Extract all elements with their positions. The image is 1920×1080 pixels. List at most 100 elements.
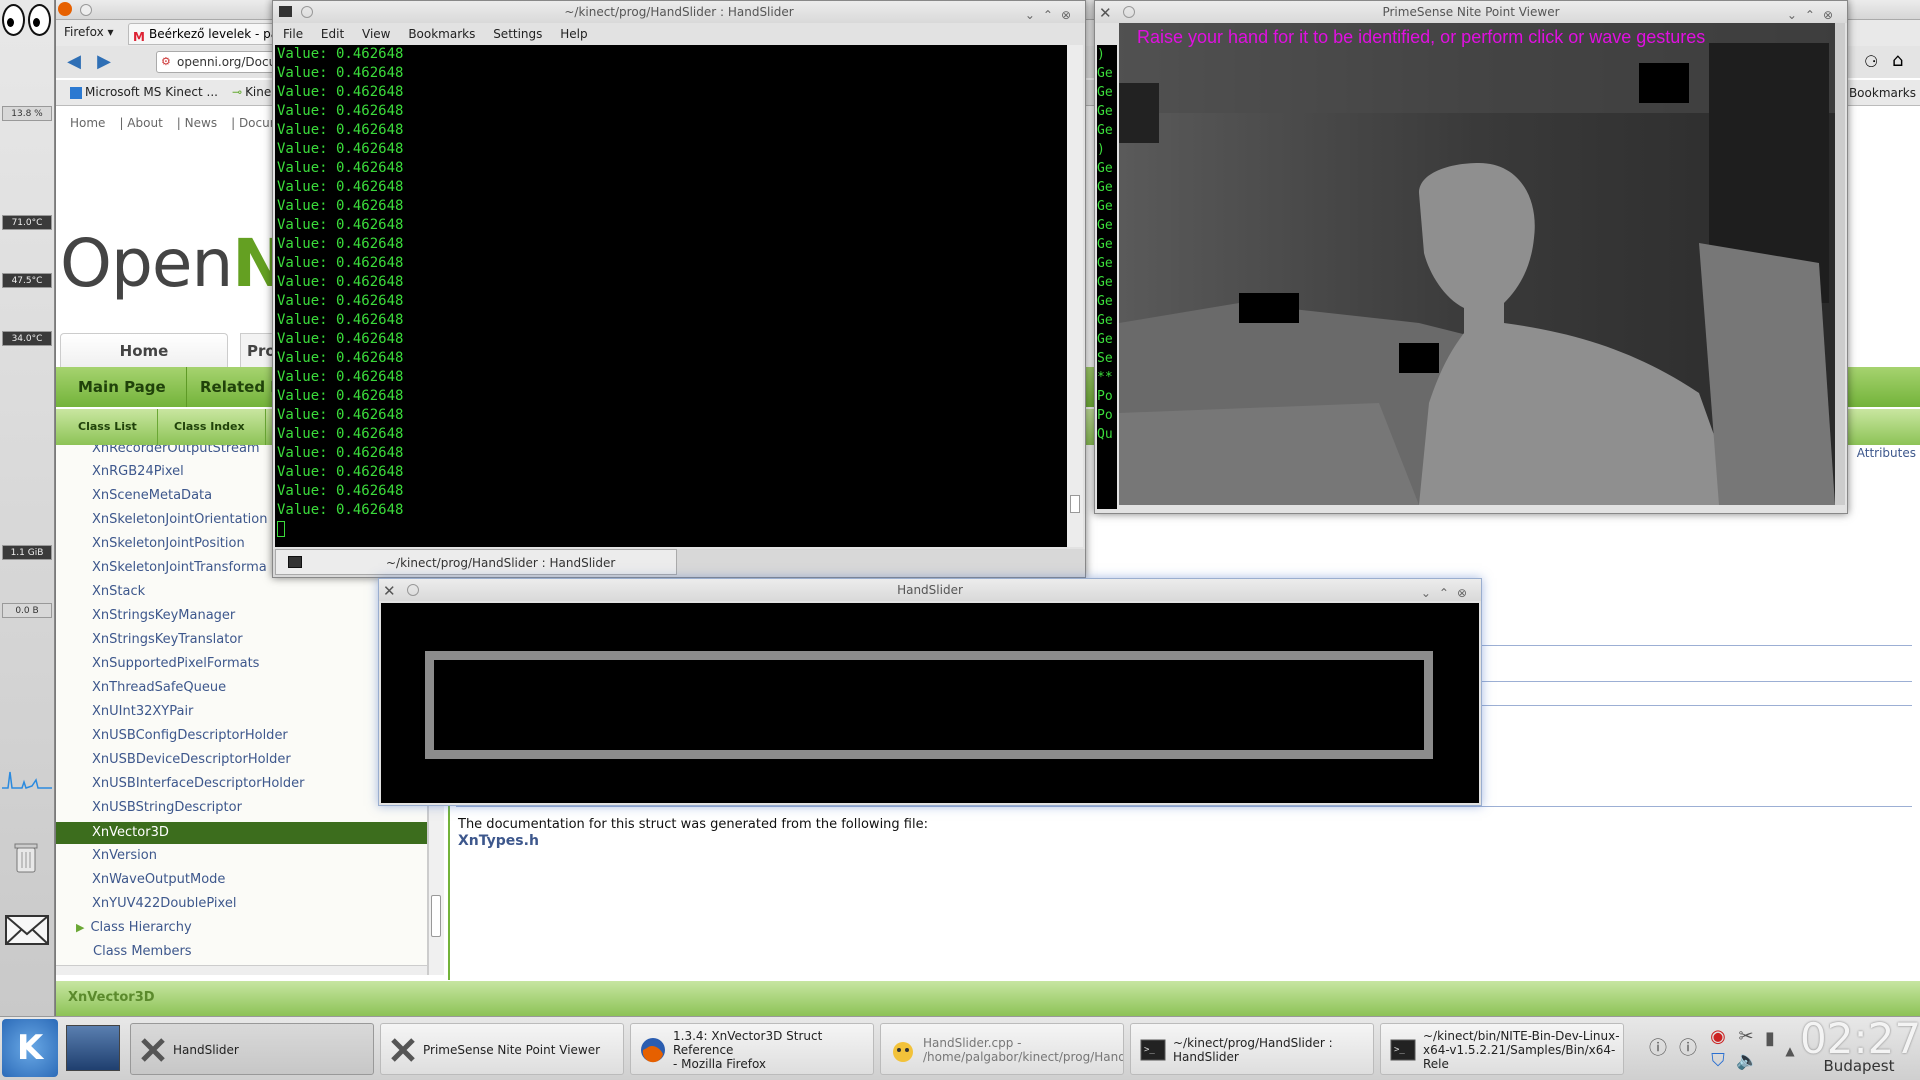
tree-root-class-members[interactable]: Class Members: [76, 944, 192, 959]
taskbar-task[interactable]: 1.3.4: XnVector3D Struct Reference - Moz…: [630, 1023, 874, 1075]
tree-item[interactable]: XnWaveOutputMode: [92, 872, 225, 887]
tree-horizontal-scrollbar[interactable]: [56, 965, 427, 975]
tree-item[interactable]: XnStringsKeyManager: [92, 608, 235, 623]
tree-item[interactable]: XnSupportedPixelFormats: [92, 656, 259, 671]
tree-item[interactable]: XnUSBInterfaceDescriptorHolder: [92, 776, 305, 791]
handslider-canvas[interactable]: [381, 603, 1479, 803]
menu-view[interactable]: View: [362, 27, 390, 41]
link-news[interactable]: News: [185, 116, 217, 130]
terminal-line: Ge: [1097, 199, 1113, 214]
terminal-icon: >_: [1389, 1036, 1417, 1064]
clock[interactable]: 02:27: [1800, 1017, 1920, 1061]
tree-item[interactable]: XnYUV422DoublePixel: [92, 896, 236, 911]
mail-icon[interactable]: [4, 912, 50, 948]
tab-label: Beérkező levelek - pal: [149, 27, 282, 41]
terminal-tab[interactable]: ~/kinect/prog/HandSlider : HandSlider: [275, 549, 677, 575]
menu-bookmarks[interactable]: Bookmarks: [408, 27, 475, 41]
pin-icon[interactable]: [301, 6, 313, 18]
tree-root-class-hierarchy[interactable]: ▶ Class Hierarchy: [76, 920, 192, 935]
menu-edit[interactable]: Edit: [321, 27, 344, 41]
tree-item[interactable]: XnUSBConfigDescriptorHolder: [92, 728, 288, 743]
window-controls[interactable]: ⌄⌃⊗: [1421, 582, 1475, 604]
tree-item[interactable]: XnSkeletonJointPosition: [92, 536, 245, 551]
tree-item[interactable]: XnStringsKeyTranslator: [92, 632, 243, 647]
info-icon[interactable]: ⓘ: [1648, 1039, 1668, 1059]
link-docs[interactable]: Docur: [239, 116, 275, 130]
tree-item[interactable]: XnUSBDeviceDescriptorHolder: [92, 752, 291, 767]
terminal-line: Value: 0.462648: [277, 236, 404, 252]
editor-icon: [889, 1036, 917, 1064]
terminal-output[interactable]: Value: 0.462648 Value: 0.462648 Value: 0.4…: [275, 45, 1067, 547]
chevron-up-icon[interactable]: ▲: [1780, 1041, 1800, 1061]
memory-meter: 1.1 GiB: [2, 545, 52, 560]
terminal-line: Value: 0.462648: [277, 350, 404, 366]
tree-item-selected[interactable]: XnVector3D: [56, 822, 427, 844]
terminal-line: Value: 0.462648: [277, 407, 404, 423]
terminal-line: Ge: [1097, 104, 1113, 119]
menu-settings[interactable]: Settings: [493, 27, 542, 41]
browser-tab-gmail[interactable]: M Beérkező levelek - pal: [128, 23, 288, 45]
tab-main-page[interactable]: Main Page: [58, 367, 187, 407]
tree-item[interactable]: XnRGB24Pixel: [92, 464, 184, 479]
firefox-menu-button[interactable]: Firefox ▾: [64, 25, 114, 39]
battery-icon[interactable]: ▮: [1760, 1029, 1780, 1049]
volume-icon[interactable]: 🔈: [1736, 1051, 1758, 1071]
tab-class-index[interactable]: Class Index: [154, 409, 266, 445]
bookmark-item[interactable]: Microsoft MS Kinect ...: [70, 85, 218, 99]
taskbar-task[interactable]: HandSlider.cpp - /home/palgabor/kinect/p…: [880, 1023, 1124, 1075]
trash-icon[interactable]: [13, 840, 39, 874]
tree-item[interactable]: XnStack: [92, 584, 145, 599]
terminal-line: Ge: [1097, 332, 1113, 347]
link-home[interactable]: Home: [70, 116, 105, 130]
tree-item[interactable]: XnThreadSafeQueue: [92, 680, 226, 695]
shield-icon[interactable]: ⛉: [1708, 1051, 1728, 1071]
binoculars-icon[interactable]: ⚆: [1864, 52, 1878, 71]
taskbar-task[interactable]: >_ ~/kinect/prog/HandSlider : HandSlider: [1130, 1023, 1374, 1075]
link-about[interactable]: About: [127, 116, 162, 130]
tree-item[interactable]: XnSceneMetaData: [92, 488, 212, 503]
svg-text:>_: >_: [1144, 1045, 1155, 1055]
tree-item[interactable]: XnSkeletonJointTransforma: [92, 560, 267, 575]
menu-help[interactable]: Help: [560, 27, 587, 41]
expand-arrow-icon[interactable]: ▶: [76, 921, 84, 934]
pin-icon[interactable]: [1123, 6, 1135, 18]
taskbar-task[interactable]: HandSlider: [130, 1023, 374, 1075]
back-button[interactable]: ◀: [62, 52, 86, 72]
forward-button[interactable]: ▶: [92, 52, 116, 72]
tools-icon[interactable]: ✂: [1736, 1027, 1756, 1047]
record-icon[interactable]: ◉: [1708, 1027, 1728, 1047]
taskbar-task[interactable]: PrimeSense Nite Point Viewer: [380, 1023, 624, 1075]
tree-item[interactable]: XnSkeletonJointOrientation: [92, 512, 268, 527]
tree-item[interactable]: XnUInt32XYPair: [92, 704, 193, 719]
pin-icon[interactable]: [407, 584, 419, 596]
taskbar-task[interactable]: >_ ~/kinect/bin/NITE-Bin-Dev-Linux- x64-v…: [1380, 1023, 1624, 1075]
info-icon[interactable]: ⓘ: [1678, 1039, 1698, 1059]
menu-file[interactable]: File: [283, 27, 303, 41]
nav-path-bar: XnVector3D: [56, 981, 1920, 1016]
home-icon[interactable]: ⌂: [1892, 50, 1903, 71]
kde-menu-icon[interactable]: K: [2, 1019, 58, 1077]
source-file-link[interactable]: XnTypes.h: [458, 833, 539, 849]
site-tab-home[interactable]: Home: [60, 333, 228, 367]
tree-item[interactable]: XnRecorderOutputStream: [92, 445, 260, 456]
attributes-link[interactable]: Attributes: [1857, 446, 1916, 460]
terminal-scrollbar[interactable]: [1067, 45, 1083, 547]
bookmark-item[interactable]: ⊸ Kine: [232, 85, 271, 99]
tab-class-list[interactable]: Class List: [58, 409, 158, 445]
window-menu-icon[interactable]: [80, 4, 92, 16]
x-app-icon: [389, 1036, 417, 1064]
terminal-line: Ge: [1097, 275, 1113, 290]
tree-item[interactable]: XnUSBStringDescriptor: [92, 800, 242, 815]
scrollbar-thumb[interactable]: [431, 895, 441, 937]
scrollbar-thumb[interactable]: [1070, 495, 1080, 513]
terminal-line: Ge: [1097, 66, 1113, 81]
terminal-line: Value: 0.462648: [277, 103, 404, 119]
terminal-line: Ge: [1097, 180, 1113, 195]
terminal-line: Value: 0.462648: [277, 293, 404, 309]
terminal-line: Po: [1097, 389, 1113, 404]
viewer-scrollbar[interactable]: [1835, 23, 1845, 505]
breadcrumb[interactable]: XnVector3D: [68, 990, 155, 1005]
desktop-pager[interactable]: [66, 1025, 120, 1071]
nite-point-viewer-window: ✕ PrimeSense Nite Point Viewer ⌄⌃⊗ ) Ge Ge…: [1094, 0, 1848, 514]
tree-item[interactable]: XnVersion: [92, 848, 157, 863]
